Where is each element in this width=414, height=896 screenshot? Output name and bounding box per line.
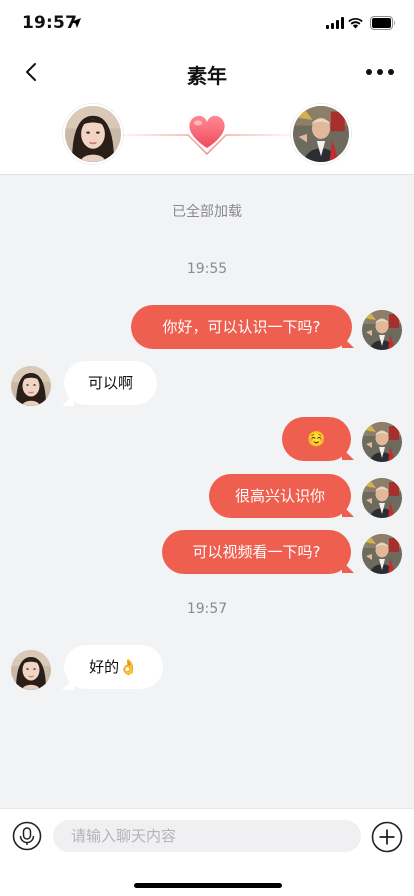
message-bubble-outgoing[interactable]: ☺️	[282, 417, 351, 461]
my-avatar[interactable]	[362, 310, 402, 350]
battery-icon	[370, 16, 395, 30]
status-time: 19:57	[22, 13, 78, 33]
my-avatar[interactable]	[362, 422, 402, 462]
match-banner	[0, 104, 414, 168]
message-bubble-outgoing[interactable]: 很高兴认识你	[209, 474, 351, 518]
home-indicator	[134, 883, 282, 888]
message-bubble-outgoing[interactable]: 你好，可以认识一下吗?	[131, 305, 352, 349]
location-arrow-icon	[71, 18, 81, 28]
timestamp: 19:57	[186, 601, 228, 617]
nav-bar: 素年	[0, 48, 414, 98]
heart-connector-icon	[122, 115, 292, 156]
microphone-icon[interactable]	[12, 821, 42, 851]
my-avatar[interactable]	[291, 104, 351, 164]
my-avatar[interactable]	[362, 534, 402, 574]
add-attachment-icon[interactable]	[371, 821, 403, 853]
signal-icon	[326, 17, 344, 29]
wifi-icon	[348, 17, 363, 29]
partner-avatar[interactable]	[11, 366, 51, 406]
my-avatar[interactable]	[362, 478, 402, 518]
partner-avatar[interactable]	[63, 104, 123, 164]
load-notice: 已全部加载	[172, 204, 242, 220]
more-options-icon[interactable]	[362, 63, 398, 81]
chat-title: 素年	[187, 64, 227, 88]
message-bubble-incoming[interactable]: 可以啊	[64, 361, 157, 405]
status-bar: 19:57	[0, 0, 414, 48]
partner-avatar[interactable]	[11, 650, 51, 690]
message-text: 可以啊	[87, 374, 133, 392]
message-text: ☺️	[307, 430, 326, 448]
message-text: 你好，可以认识一下吗?	[162, 318, 321, 336]
top-section: 19:57 素年	[0, 0, 414, 175]
composer-bar	[0, 808, 414, 896]
message-input[interactable]	[53, 820, 361, 852]
message-bubble-incoming[interactable]: 好的👌	[64, 645, 163, 689]
timestamp: 19:55	[186, 261, 228, 277]
message-text: 很高兴认识你	[234, 487, 325, 505]
message-bubble-outgoing[interactable]: 可以视频看一下吗?	[162, 530, 351, 574]
message-text: 好的👌	[89, 658, 138, 676]
message-text: 可以视频看一下吗?	[192, 543, 321, 561]
